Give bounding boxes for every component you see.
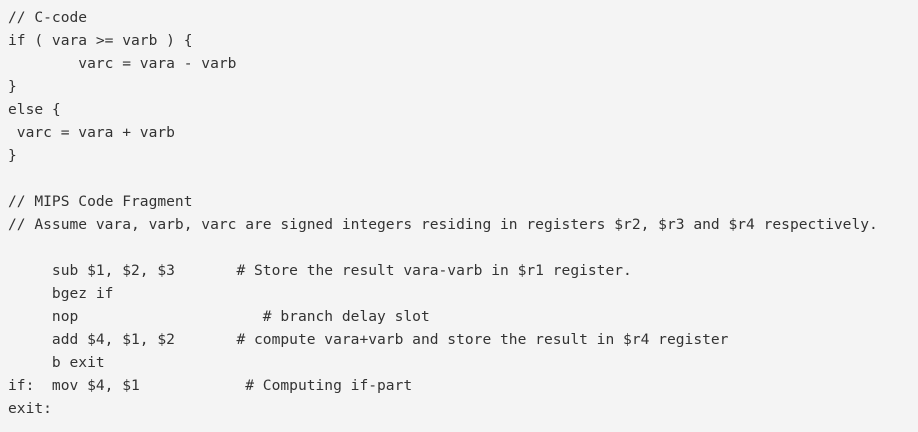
code-line-add: add $4, $1, $2 # compute vara+varb and s… <box>8 331 729 348</box>
code-line-sub: sub $1, $2, $3 # Store the result vara-v… <box>8 262 632 279</box>
code-line-comment-mips: // MIPS Code Fragment <box>8 193 193 210</box>
code-line-branch-exit: b exit <box>8 354 105 371</box>
code-line-exit-label: exit: <box>8 400 52 417</box>
code-line-if-condition: if ( vara >= varb ) { <box>8 32 193 49</box>
code-line-if-body: varc = vara - varb <box>8 55 237 72</box>
code-line-close-brace: } <box>8 78 17 95</box>
code-line-nop: nop # branch delay slot <box>8 308 430 325</box>
code-line-close-brace: } <box>8 147 17 164</box>
code-block: // C-code if ( vara >= varb ) { varc = v… <box>0 0 918 432</box>
code-line-if-label: if: mov $4, $1 # Computing if-part <box>8 377 413 394</box>
code-line-else-body: varc = vara + varb <box>8 124 175 141</box>
code-line-else: else { <box>8 101 61 118</box>
code-line-comment-c-code: // C-code <box>8 9 88 26</box>
code-line-bgez: bgez if <box>8 285 114 302</box>
code-line-comment-assume: // Assume vara, varb, varc are signed in… <box>8 216 878 233</box>
